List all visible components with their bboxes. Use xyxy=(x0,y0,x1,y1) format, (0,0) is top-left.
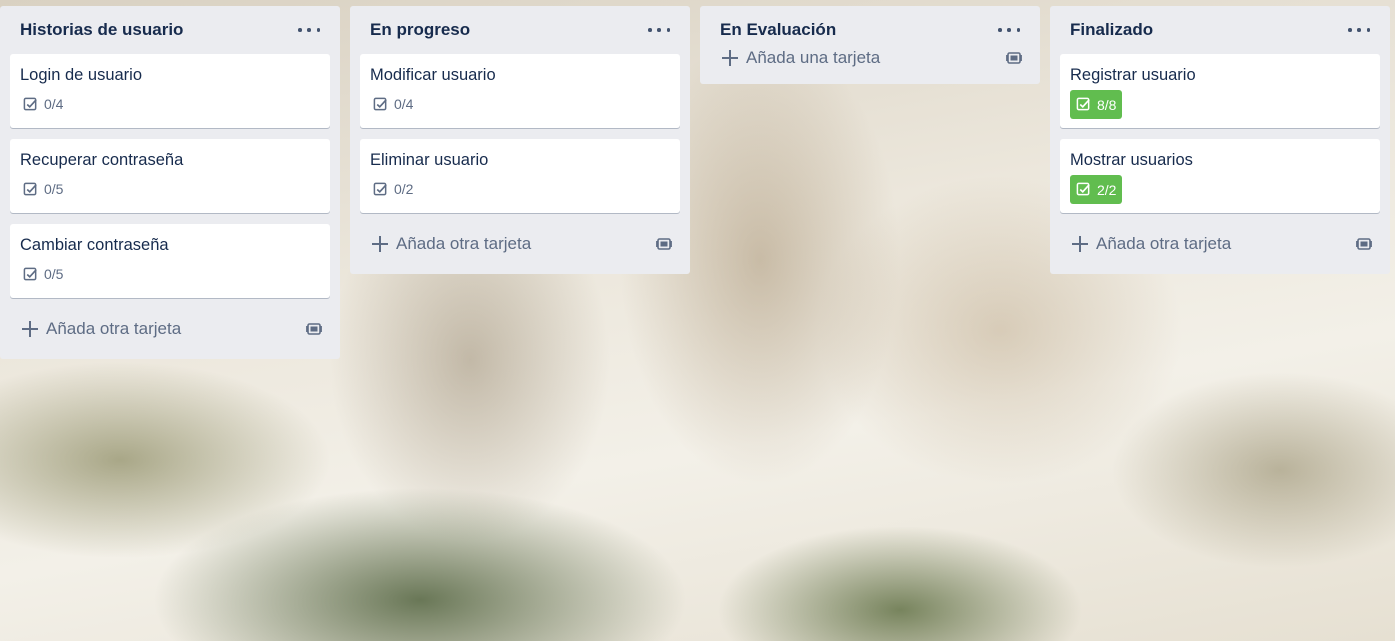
plus-icon xyxy=(22,321,38,337)
add-card-label: Añada una tarjeta xyxy=(746,48,881,67)
checkbox-icon xyxy=(23,182,37,195)
checklist-count: 2/2 xyxy=(1097,181,1117,198)
card[interactable]: Cambiar contraseña 0/5 xyxy=(10,224,330,298)
list-finalizado: Finalizado Registrar usuario 8/8 Mostrar… xyxy=(1050,6,1390,274)
add-card-label: Añada otra tarjeta xyxy=(46,319,182,338)
board: Historias de usuario Login de usuario 0/… xyxy=(0,0,1395,641)
list-title[interactable]: Historias de usuario xyxy=(20,20,183,40)
card-title: Eliminar usuario xyxy=(370,151,489,169)
checklist-count: 0/5 xyxy=(44,181,64,197)
checklist-badge-complete: 2/2 xyxy=(1070,175,1123,204)
plus-icon xyxy=(372,236,388,252)
checklist-count: 0/2 xyxy=(394,181,414,197)
checkbox-icon xyxy=(23,97,37,110)
plus-icon xyxy=(1072,236,1088,252)
card-title: Modificar usuario xyxy=(370,66,496,84)
checkbox-icon xyxy=(1076,182,1090,196)
checkbox-icon xyxy=(1076,97,1090,111)
card[interactable]: Modificar usuario 0/4 xyxy=(360,54,680,128)
checklist-count: 0/4 xyxy=(394,96,414,112)
list-title[interactable]: En Evaluación xyxy=(720,20,836,40)
list-en-progreso: En progreso Modificar usuario 0/4 Elimin… xyxy=(350,6,690,274)
checklist-badge-complete: 8/8 xyxy=(1070,90,1123,119)
ellipsis-icon[interactable] xyxy=(648,23,670,37)
card-title: Cambiar contraseña xyxy=(20,236,169,254)
list-header: Finalizado xyxy=(1060,6,1380,54)
checkbox-icon xyxy=(373,97,387,110)
checkbox-icon xyxy=(373,182,387,195)
card-title: Login de usuario xyxy=(20,66,143,84)
card[interactable]: Login de usuario 0/4 xyxy=(10,54,330,128)
list-historias-de-usuario: Historias de usuario Login de usuario 0/… xyxy=(0,6,340,359)
checklist-count: 0/4 xyxy=(44,96,64,112)
ellipsis-icon[interactable] xyxy=(298,23,320,37)
checklist-badge: 0/5 xyxy=(20,264,67,284)
checkbox-icon xyxy=(23,267,37,280)
checklist-badge: 0/4 xyxy=(370,94,417,114)
card-template-icon[interactable] xyxy=(306,321,322,337)
card[interactable]: Eliminar usuario 0/2 xyxy=(360,139,680,213)
add-card-label: Añada otra tarjeta xyxy=(1096,234,1232,253)
card-template-icon[interactable] xyxy=(1006,50,1022,66)
card[interactable]: Mostrar usuarios 2/2 xyxy=(1060,139,1380,213)
checklist-badge: 0/2 xyxy=(370,179,417,199)
add-card-label-wrap: Añada otra tarjeta xyxy=(22,319,181,339)
card-title: Recuperar contraseña xyxy=(20,151,184,169)
card-title: Mostrar usuarios xyxy=(1070,151,1193,169)
card-template-icon[interactable] xyxy=(656,236,672,252)
card[interactable]: Registrar usuario 8/8 xyxy=(1060,54,1380,128)
checklist-badge: 0/5 xyxy=(20,179,67,199)
list-en-evaluacion: En Evaluación Añada una tarjeta xyxy=(700,6,1040,84)
add-card-label-wrap: Añada una tarjeta xyxy=(722,48,880,68)
list-title[interactable]: En progreso xyxy=(370,20,470,40)
card-template-icon[interactable] xyxy=(1356,236,1372,252)
plus-icon xyxy=(722,50,738,66)
list-title[interactable]: Finalizado xyxy=(1070,20,1153,40)
checklist-badge: 0/4 xyxy=(20,94,67,114)
add-card-label-wrap: Añada otra tarjeta xyxy=(1072,234,1231,254)
checklist-count: 0/5 xyxy=(44,266,64,282)
add-card-button[interactable]: Añada otra tarjeta xyxy=(10,307,330,351)
checklist-count: 8/8 xyxy=(1097,96,1117,113)
list-header: Historias de usuario xyxy=(10,6,330,54)
add-card-label-wrap: Añada otra tarjeta xyxy=(372,234,531,254)
add-card-button[interactable]: Añada otra tarjeta xyxy=(1060,222,1380,266)
ellipsis-icon[interactable] xyxy=(998,23,1020,37)
add-card-button[interactable]: Añada otra tarjeta xyxy=(360,222,680,266)
ellipsis-icon[interactable] xyxy=(1348,23,1370,37)
card-title: Registrar usuario xyxy=(1070,66,1196,84)
card[interactable]: Recuperar contraseña 0/5 xyxy=(10,139,330,213)
list-header: En progreso xyxy=(360,6,680,54)
add-card-label: Añada otra tarjeta xyxy=(396,234,532,253)
